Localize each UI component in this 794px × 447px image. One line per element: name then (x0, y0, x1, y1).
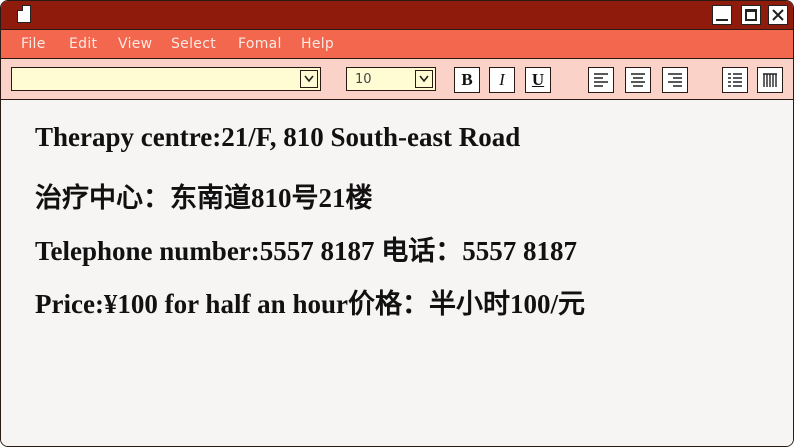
formatting-toolbar: 10 B I U (1, 59, 793, 100)
close-icon (772, 9, 784, 21)
italic-button[interactable]: I (489, 67, 515, 93)
bullet-list-button[interactable] (722, 67, 748, 93)
font-size-dropdown-button[interactable] (415, 70, 433, 88)
font-family-dropdown-button[interactable] (300, 70, 318, 88)
font-size-select[interactable]: 10 (346, 67, 436, 91)
title-bar (1, 1, 793, 30)
text-line-address-chinese: 治疗中心：东南道810号21楼 (35, 183, 373, 213)
document-area[interactable]: Therapy centre:21/F, 810 South-east Road… (1, 100, 793, 446)
align-right-icon (668, 73, 682, 87)
font-size-value: 10 (355, 72, 372, 87)
text-line-address: Therapy centre:21/F, 810 South-east Road (35, 122, 521, 152)
chevron-down-icon (304, 75, 314, 83)
bold-button[interactable]: B (454, 67, 480, 93)
document-icon (17, 5, 31, 23)
font-family-select[interactable] (11, 67, 321, 91)
minimize-button[interactable] (712, 5, 732, 25)
text-line-price: Price:¥100 for half an hour价格：半小时100/元 (35, 289, 585, 319)
maximize-button[interactable] (741, 5, 761, 25)
menu-file[interactable]: File (21, 36, 46, 52)
menu-edit[interactable]: Edit (69, 36, 97, 52)
underline-button[interactable]: U (525, 67, 551, 93)
chevron-down-icon (419, 75, 429, 83)
align-right-button[interactable] (662, 67, 688, 93)
app-window: File Edit View Select Fomal Help 10 B I … (0, 0, 794, 447)
align-left-icon (594, 73, 608, 87)
columns-icon (763, 73, 777, 87)
menu-bar: File Edit View Select Fomal Help (1, 30, 793, 59)
columns-button[interactable] (757, 67, 783, 93)
align-center-icon (631, 73, 645, 87)
menu-view[interactable]: View (118, 36, 152, 52)
align-left-button[interactable] (588, 67, 614, 93)
menu-format[interactable]: Fomal (238, 36, 282, 52)
bullet-list-icon (728, 73, 742, 87)
menu-select[interactable]: Select (171, 36, 216, 52)
menu-help[interactable]: Help (301, 36, 334, 52)
text-line-telephone: Telephone number:5557 8187 电话：5557 8187 (35, 236, 578, 266)
align-center-button[interactable] (625, 67, 651, 93)
close-button[interactable] (768, 5, 788, 25)
